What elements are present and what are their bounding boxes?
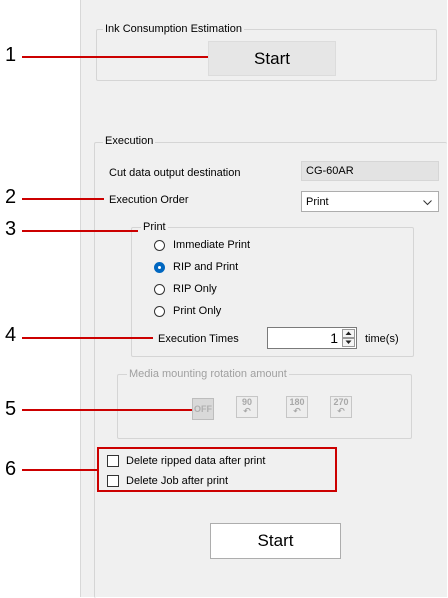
- rotation-270-button[interactable]: 270 ↶: [330, 396, 352, 418]
- checkbox[interactable]: [107, 475, 119, 487]
- rotation-group-title: Media mounting rotation amount: [127, 368, 289, 380]
- radio-label: RIP Only: [173, 283, 217, 295]
- execution-times-label: Execution Times: [158, 333, 239, 345]
- callout-number-2: 2: [5, 186, 17, 208]
- stepper-up-button[interactable]: [342, 329, 355, 338]
- execution-times-unit: time(s): [365, 333, 399, 345]
- rotation-group: [117, 374, 412, 439]
- rotate-arrow-icon: ↶: [337, 406, 345, 416]
- checkbox-delete-job[interactable]: Delete Job after print: [107, 475, 228, 487]
- checkbox[interactable]: [107, 455, 119, 467]
- cut-output-value: CG-60AR: [301, 161, 439, 181]
- ink-estimation-title: Ink Consumption Estimation: [103, 23, 244, 35]
- ink-estimation-start-button[interactable]: Start: [208, 41, 336, 76]
- execution-start-button[interactable]: Start: [210, 523, 341, 559]
- radio-rip-and-print[interactable]: RIP and Print: [154, 261, 238, 273]
- cut-output-label: Cut data output destination: [109, 167, 241, 179]
- checkbox-label: Delete ripped data after print: [126, 455, 266, 467]
- callout-line-2: [22, 198, 104, 200]
- callout-line-3: [22, 230, 138, 232]
- checkbox-delete-ripped[interactable]: Delete ripped data after print: [107, 455, 265, 467]
- print-group-title: Print: [141, 221, 168, 233]
- execution-order-value: Print: [306, 195, 329, 208]
- execution-times-value[interactable]: 1: [330, 330, 338, 346]
- callout-line-4: [22, 337, 153, 339]
- execution-order-select[interactable]: Print: [301, 191, 439, 212]
- rotation-180-button[interactable]: 180 ↶: [286, 396, 308, 418]
- callout-number-5: 5: [5, 398, 17, 420]
- radio-label: RIP and Print: [173, 261, 239, 273]
- radio-print-only[interactable]: Print Only: [154, 305, 221, 317]
- radio-button[interactable]: [154, 305, 165, 317]
- rotate-arrow-icon: ↶: [293, 406, 301, 416]
- callout-line-6: [22, 469, 97, 471]
- radio-rip-only[interactable]: RIP Only: [154, 283, 217, 295]
- execution-title: Execution: [103, 135, 156, 147]
- radio-button[interactable]: [154, 261, 165, 273]
- callout-number-6: 6: [5, 458, 17, 480]
- execution-times-stepper[interactable]: 1: [267, 327, 357, 349]
- radio-immediate-print[interactable]: Immediate Print: [154, 239, 250, 251]
- rotation-off-button[interactable]: OFF: [192, 398, 214, 420]
- callout-number-4: 4: [5, 324, 17, 346]
- radio-label: Immediate Print: [173, 239, 251, 251]
- execution-order-label: Execution Order: [109, 194, 189, 206]
- rotation-90-button[interactable]: 90 ↶: [236, 396, 258, 418]
- radio-button[interactable]: [154, 283, 165, 295]
- callout-number-1: 1: [5, 44, 17, 66]
- radio-label: Print Only: [173, 305, 222, 317]
- rotate-arrow-icon: ↶: [243, 406, 251, 416]
- checkbox-label: Delete Job after print: [126, 475, 229, 487]
- callout-line-1: [22, 56, 208, 58]
- radio-button[interactable]: [154, 239, 165, 251]
- stepper-down-button[interactable]: [342, 338, 355, 347]
- callout-number-3: 3: [5, 218, 17, 240]
- chevron-down-icon: [423, 197, 432, 209]
- callout-line-5: [22, 409, 192, 411]
